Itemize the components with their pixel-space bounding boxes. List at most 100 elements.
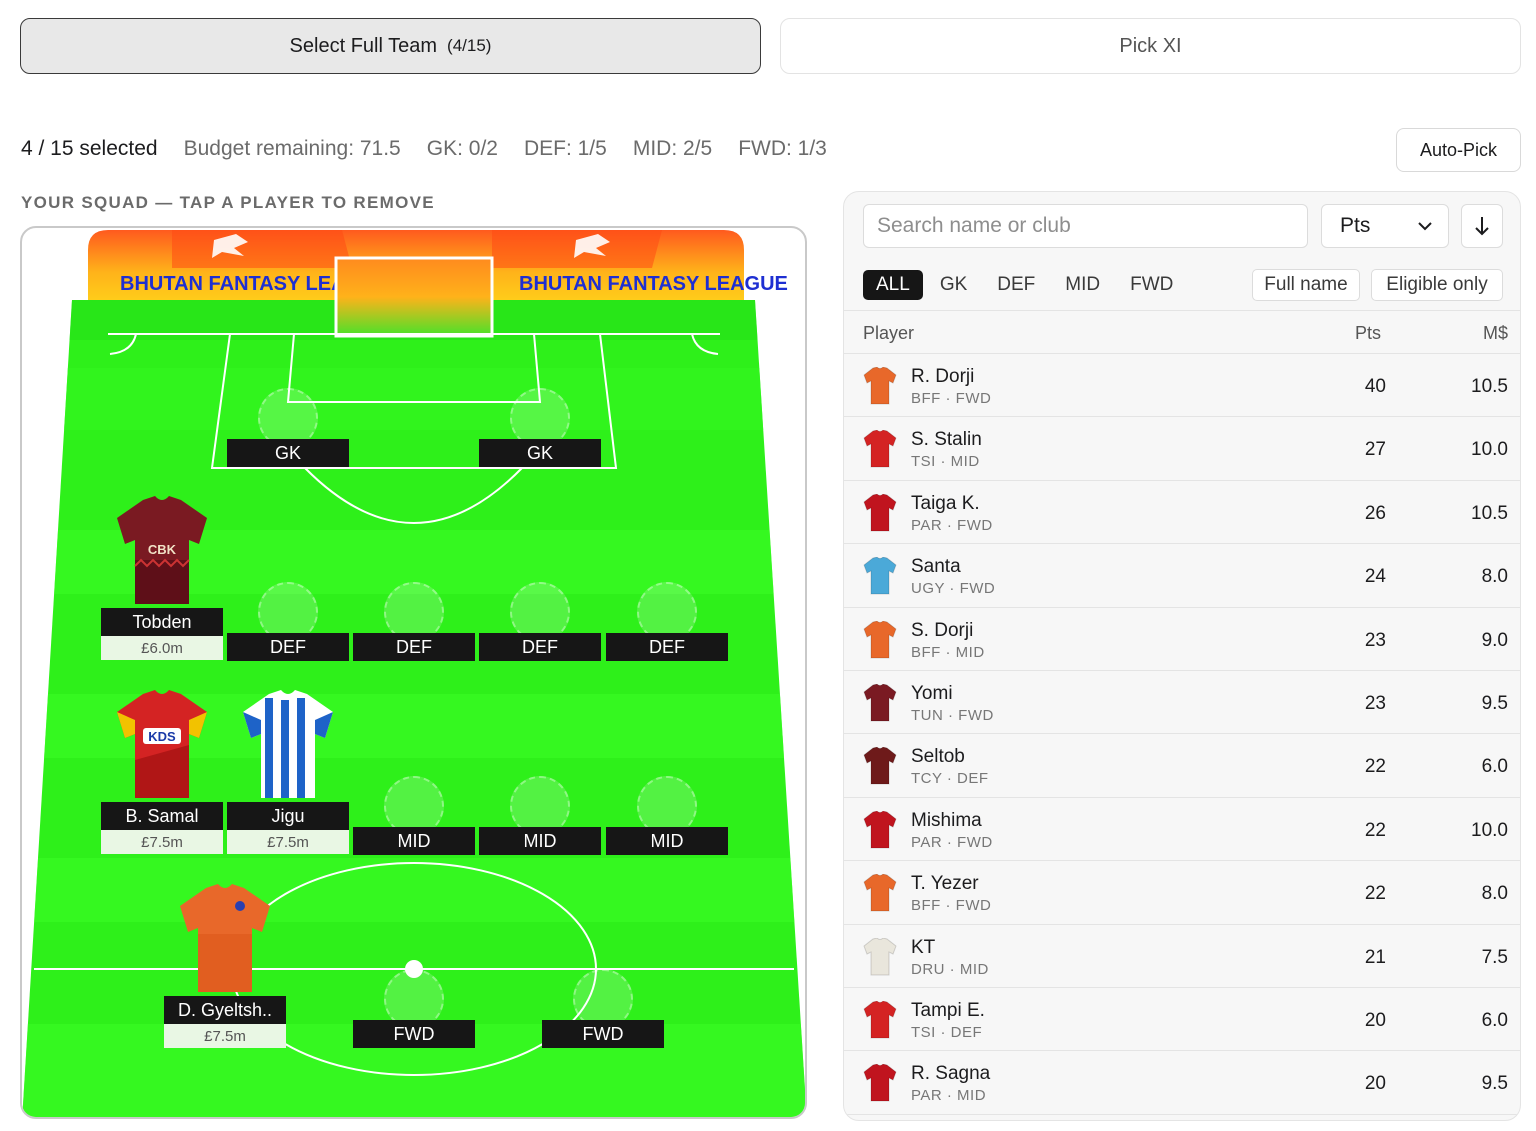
player-points: 27 [1364,439,1386,461]
player-cost: 9.5 [1481,692,1508,714]
chevron-down-icon [1418,222,1432,231]
player-club-position: DRU · MID [911,960,989,978]
player-cost: 9.0 [1481,629,1508,651]
kit-shirt-icon [863,557,897,595]
banner-text-right: BHUTAN FANTASY LEAGUE [519,273,788,295]
player-row[interactable]: Mishima PAR · FWD 22 10.0 [844,798,1520,862]
sort-select-value: Pts [1340,214,1371,237]
slot-gk-1-label: GK [227,439,349,467]
tab-pick-xi[interactable]: Pick XI [780,18,1521,74]
kit-shirt-icon [863,620,897,659]
player-points: 23 [1364,692,1386,714]
blue-white-striped-shirt-icon [243,690,333,798]
player-cost: 6.0 [1481,1009,1508,1031]
player-points: 21 [1364,946,1386,968]
kit-shirt-icon [863,1000,897,1039]
player-row[interactable]: T. Yezer BFF · FWD 22 8.0 [844,861,1520,925]
player-row[interactable]: R. Sagna PAR · MID 20 9.5 [844,1051,1520,1115]
player-row[interactable]: S. Dorji BFF · MID 23 9.0 [844,608,1520,671]
player-name: KT [911,936,936,958]
mode-tabs: Select Full Team (4/15) Pick XI [20,18,1521,74]
player-cost: 8.0 [1481,883,1508,905]
pitch-player-name: Jigu [227,802,349,830]
kit-shirt-icon [863,810,897,849]
player-cost: 10.0 [1471,439,1508,461]
slot-fwd-2-label: FWD [542,1020,664,1048]
auto-pick-button[interactable]: Auto-Pick [1396,128,1521,172]
search-input[interactable]: Search name or club [863,204,1308,248]
player-club-position: TSI · MID [911,453,980,471]
player-points: 20 [1364,1009,1386,1031]
sort-direction-button[interactable] [1461,204,1503,248]
squad-summary: 4 / 15 selected Budget remaining: 71.5 G… [21,137,827,161]
player-club-position: PAR · FWD [911,516,993,534]
kit-shirt-icon [863,683,897,722]
header-pts: Pts [1355,323,1382,343]
player-row[interactable]: Taiga K. PAR · FWD 26 10.5 [844,481,1520,545]
player-row[interactable]: Santa UGY · FWD 24 8.0 [844,544,1520,608]
svg-text:CBK: CBK [148,542,177,557]
slot-def-2-label: DEF [353,633,475,661]
player-row[interactable]: R. Dorji BFF · FWD 40 10.5 [844,354,1520,418]
tab-select-full-team[interactable]: Select Full Team (4/15) [20,18,761,74]
filter-mid[interactable]: MID [1052,270,1113,300]
position-filters: ALL GK DEF MID FWD [863,270,1190,300]
filter-fwd[interactable]: FWD [1117,270,1186,300]
svg-text:KDS: KDS [148,729,176,744]
player-name: T. Yezer [911,873,979,895]
player-cost: 10.0 [1471,819,1508,841]
filter-def[interactable]: DEF [984,270,1048,300]
player-row[interactable]: Seltob TCY · DEF 22 6.0 [844,734,1520,798]
player-name: Yomi [911,682,953,704]
tab-select-full-team-label: Select Full Team [289,34,438,57]
player-club-position: TSI · DEF [911,1023,983,1041]
player-name: Tampi E. [911,999,985,1021]
player-club-position: UGY · FWD [911,580,996,598]
filter-all[interactable]: ALL [863,270,923,300]
pitch-player-price: £7.5m [164,1024,286,1048]
filter-gk[interactable]: GK [927,270,980,300]
orange-shirt-icon [180,884,270,992]
player-row[interactable]: Yomi TUN · FWD 23 9.5 [844,671,1520,735]
kit-shirt-icon [863,937,897,976]
player-name: S. Stalin [911,429,982,451]
kit-shirt-icon [863,493,897,532]
player-points: 22 [1364,819,1386,841]
arrow-down-icon [1475,217,1489,236]
pitch-player-price: £7.5m [227,830,349,854]
sort-select[interactable]: Pts [1321,204,1449,248]
player-points: 20 [1364,1073,1386,1095]
player-name: R. Sagna [911,1063,991,1085]
player-row[interactable]: S. Stalin TSI · MID 27 10.0 [844,417,1520,481]
player-name: S. Dorji [911,619,974,641]
player-club-position: PAR · MID [911,1087,987,1105]
player-name: Mishima [911,809,982,831]
full-name-toggle[interactable]: Full name [1252,269,1360,301]
player-row[interactable]: Tampi E. TSI · DEF 20 6.0 [844,988,1520,1052]
player-points: 40 [1364,376,1386,397]
budget-remaining: Budget remaining: 71.5 [183,137,401,160]
player-club-position: BFF · MID [911,643,985,661]
fwd-count: FWD: 1/3 [738,137,827,160]
pitch-player-name: D. Gyeltsh.. [164,996,286,1024]
kit-shirt-icon [863,430,897,468]
player-cost: 7.5 [1481,946,1508,968]
player-club-position: TCY · DEF [911,770,989,788]
eligible-only-toggle[interactable]: Eligible only [1371,269,1503,301]
kit-shirt-icon [863,1064,897,1102]
player-points: 22 [1364,883,1386,905]
mid-count: MID: 2/5 [632,137,713,160]
def-count: DEF: 1/5 [523,137,607,160]
player-cost: 9.5 [1481,1073,1508,1095]
slot-mid-3-label: MID [606,827,728,855]
tab-select-full-team-count: (4/15) [447,36,492,55]
pitch-player-name: Tobden [101,608,223,636]
player-cost: 10.5 [1471,376,1508,397]
table-header: Player Pts M$ [844,310,1520,354]
slot-def-3-label: DEF [479,633,601,661]
player-points: 26 [1364,502,1386,524]
kit-shirt-icon [863,747,897,785]
player-name: Taiga K. [911,492,980,514]
player-row[interactable]: KT DRU · MID 21 7.5 [844,925,1520,988]
player-points: 24 [1364,566,1386,588]
